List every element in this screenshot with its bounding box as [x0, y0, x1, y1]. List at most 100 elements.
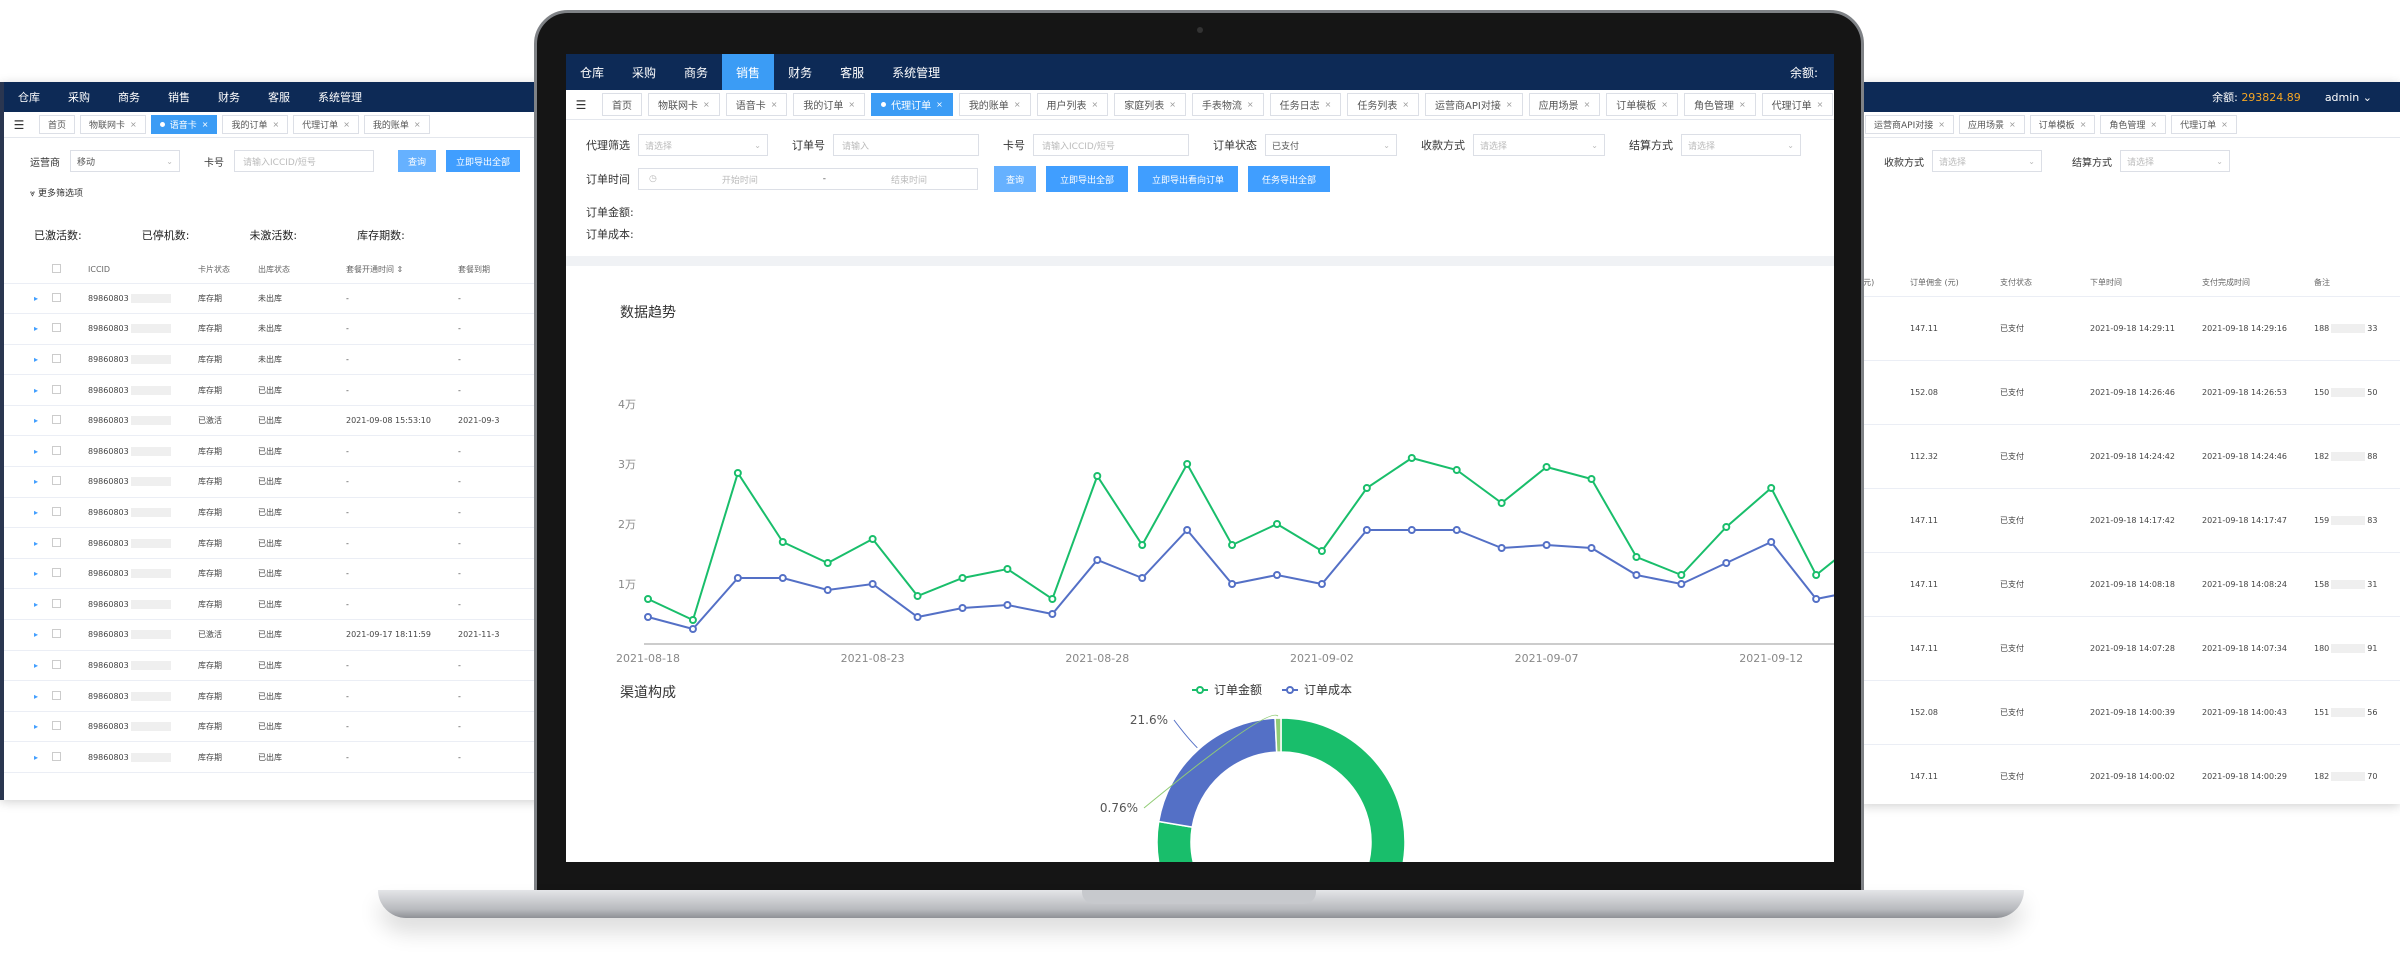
row-checkbox[interactable]	[52, 323, 61, 333]
user-menu[interactable]: admin ⌄	[2325, 91, 2372, 104]
table-row[interactable]: ▸ 89860803 库存期 已出库 - -	[4, 588, 560, 621]
expand-cell[interactable]: ▸	[4, 741, 52, 773]
row-checkbox[interactable]	[52, 751, 61, 761]
expand-arrow-icon[interactable]: ▸	[34, 508, 38, 517]
nav-item[interactable]: 销售	[154, 82, 204, 112]
legend-label[interactable]: 订单金额	[1214, 682, 1262, 697]
tab[interactable]: 物联网卡 ×	[80, 115, 146, 134]
data-point[interactable]	[1767, 484, 1776, 492]
close-icon[interactable]: ×	[1247, 100, 1254, 109]
data-point[interactable]	[868, 580, 877, 588]
data-point[interactable]	[1093, 556, 1102, 564]
expand-cell[interactable]: ▸	[4, 313, 52, 345]
expand-arrow-icon[interactable]: ▸	[34, 294, 38, 303]
table-row[interactable]: 147.11 已支付 2021-09-18 14:29:11 2021-09-18 1…	[1860, 296, 2400, 361]
data-point[interactable]	[823, 559, 832, 567]
data-point[interactable]	[778, 574, 787, 582]
close-icon[interactable]: ×	[1938, 120, 1945, 129]
table-row[interactable]: 147.11 已支付 2021-09-18 14:17:42 2021-09-18 1…	[1860, 488, 2400, 553]
data-point[interactable]	[1407, 526, 1416, 534]
carrier-select[interactable]: 移动 ⌄	[70, 150, 180, 172]
close-icon[interactable]: ×	[1661, 100, 1668, 109]
nav-item[interactable]: 财务	[204, 82, 254, 112]
expand-arrow-icon[interactable]: ▸	[34, 324, 38, 333]
data-point[interactable]	[688, 616, 697, 624]
tab[interactable]: 首页	[39, 115, 76, 134]
data-point[interactable]	[1632, 571, 1641, 579]
row-checkbox[interactable]	[52, 721, 61, 731]
tab[interactable]: 我的账单 ×	[363, 115, 430, 134]
close-icon[interactable]: ×	[1402, 100, 1409, 109]
nav-item[interactable]: 商务	[670, 54, 722, 90]
tab[interactable]: 代理订单 ×	[871, 93, 953, 116]
tab[interactable]: 语音卡 ×	[725, 93, 788, 116]
pay-method-select[interactable]: 请选择 ⌄	[1473, 134, 1605, 156]
expand-cell[interactable]: ▸	[4, 588, 52, 621]
expand-arrow-icon[interactable]: ▸	[34, 661, 38, 670]
expand-cell[interactable]: ▸	[4, 650, 52, 682]
nav-item[interactable]: 仓库	[4, 82, 54, 112]
table-row[interactable]: ▸ 89860803 库存期 未出库 - -	[4, 283, 560, 315]
data-point[interactable]	[1138, 541, 1147, 549]
tab[interactable]: 代理订单 ×	[1761, 93, 1834, 116]
tab[interactable]: 订单模板 ×	[1606, 93, 1678, 116]
menu-fold-icon[interactable]: ☰	[4, 118, 34, 132]
nav-item[interactable]: 客服	[826, 54, 878, 90]
card-input[interactable]: 请输入ICCID/短号	[234, 150, 374, 172]
card-input[interactable]: 请输入ICCID/短号	[1033, 134, 1189, 156]
tab[interactable]: 任务日志 ×	[1269, 93, 1342, 116]
tab[interactable]: 任务列表 ×	[1347, 93, 1420, 116]
expand-arrow-icon[interactable]: ▸	[34, 416, 38, 425]
close-icon[interactable]: ×	[414, 120, 421, 129]
close-icon[interactable]: ×	[2080, 120, 2087, 129]
close-icon[interactable]: ×	[1584, 100, 1591, 109]
expand-cell[interactable]: ▸	[4, 344, 52, 376]
expand-arrow-icon[interactable]: ▸	[34, 386, 38, 395]
table-row[interactable]: 147.11 已支付 2021-09-18 14:08:18 2021-09-18 1…	[1860, 552, 2400, 617]
data-point[interactable]	[1677, 571, 1686, 579]
tab[interactable]: 家庭列表 ×	[1114, 93, 1186, 116]
table-row[interactable]: 152.08 已支付 2021-09-18 14:26:46 2021-09-18 1…	[1860, 360, 2400, 425]
data-point[interactable]	[1003, 565, 1012, 573]
table-row[interactable]: ▸ 89860803 已激活 已出库 2021-09-08 15:53:10 2021-0…	[4, 405, 560, 437]
expand-arrow-icon[interactable]: ▸	[34, 539, 38, 548]
more-filters-toggle[interactable]: ⩔ 更多筛选项	[4, 180, 560, 205]
row-checkbox[interactable]	[52, 476, 61, 486]
row-checkbox[interactable]	[52, 506, 61, 516]
data-point[interactable]	[1093, 472, 1102, 480]
nav-item[interactable]: 商务	[104, 82, 154, 112]
data-point[interactable]	[1362, 526, 1371, 534]
data-point[interactable]	[1497, 499, 1506, 507]
data-point[interactable]	[823, 586, 832, 594]
order-no-input[interactable]: 请输入	[833, 134, 979, 156]
close-icon[interactable]: ×	[1092, 100, 1099, 109]
select-all-checkbox[interactable]	[52, 264, 61, 274]
data-point[interactable]	[1273, 520, 1281, 528]
close-icon[interactable]: ×	[1325, 100, 1332, 109]
expand-cell[interactable]: ▸	[4, 283, 52, 315]
query-button[interactable]: 查询	[398, 150, 437, 172]
data-point[interactable]	[733, 469, 742, 477]
close-icon[interactable]: ×	[1817, 100, 1824, 109]
tab[interactable]: 语音卡 ×	[150, 115, 218, 134]
expand-cell[interactable]: ▸	[4, 435, 52, 468]
tab[interactable]: 手表物流 ×	[1191, 93, 1264, 116]
data-point[interactable]	[1497, 544, 1506, 552]
row-checkbox[interactable]	[52, 384, 61, 394]
tab[interactable]: 角色管理 ×	[1683, 93, 1756, 116]
table-row[interactable]: ▸ 89860803 库存期 未出库 - -	[4, 344, 560, 376]
row-checkbox[interactable]	[52, 353, 61, 363]
data-point[interactable]	[1542, 541, 1551, 549]
row-checkbox[interactable]	[52, 415, 61, 425]
row-checkbox[interactable]	[52, 659, 61, 669]
expand-arrow-icon[interactable]: ▸	[34, 692, 38, 701]
data-point[interactable]	[1228, 580, 1237, 588]
nav-item[interactable]: 仓库	[566, 54, 618, 90]
donut-slice[interactable]	[1274, 717, 1282, 753]
data-point[interactable]	[1812, 595, 1821, 603]
table-row[interactable]: 147.11 已支付 2021-09-18 14:07:28 2021-09-18 1…	[1860, 616, 2400, 681]
data-point[interactable]	[1722, 523, 1731, 531]
table-row[interactable]: ▸ 89860803 库存期 已出库 - -	[4, 497, 560, 529]
close-icon[interactable]: ×	[343, 120, 350, 129]
tab[interactable]: 应用场景 ×	[1958, 115, 2025, 134]
